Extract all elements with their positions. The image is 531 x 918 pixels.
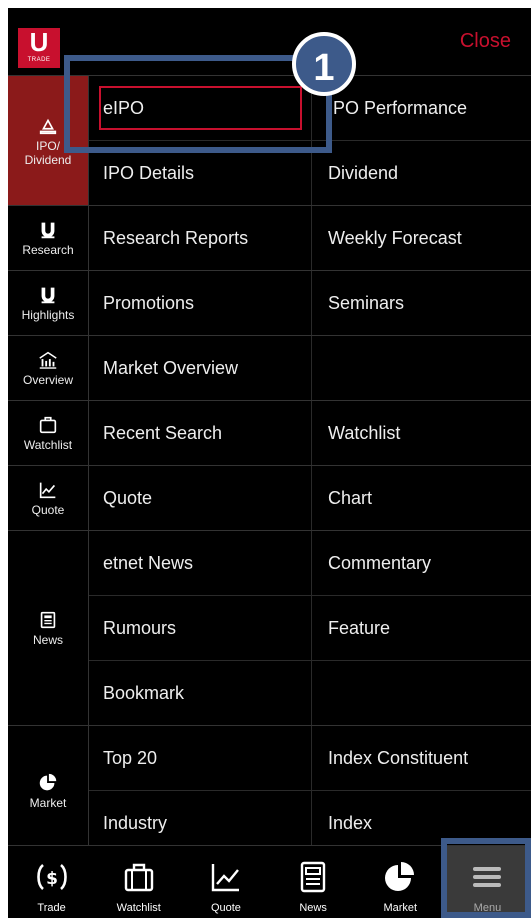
menu-row: Bookmark xyxy=(89,661,531,725)
menu-row: IPO Details Dividend xyxy=(89,141,531,205)
category-label: Dividend xyxy=(24,152,72,167)
tab-market[interactable]: Market xyxy=(357,846,444,918)
menu-section-ipo: IPO/Dividend eIPO IPO Performance IPO Detai… xyxy=(8,75,531,205)
svg-text:$: $ xyxy=(46,869,58,889)
menu-row: Recent Search Watchlist xyxy=(89,401,531,465)
empty-cell xyxy=(312,336,531,400)
menu-section-news: News etnet News Commentary Rumours Feature Bo… xyxy=(8,530,531,725)
menu-item-quote[interactable]: Quote xyxy=(89,466,312,530)
menu-row: Quote Chart xyxy=(89,466,531,530)
category-research[interactable]: Research xyxy=(8,206,89,270)
news-icon xyxy=(295,859,331,902)
watchlist-briefcase-icon xyxy=(121,859,157,902)
menu-row: Promotions Seminars xyxy=(89,271,531,335)
menu-section-quote: Quote Quote Chart xyxy=(8,465,531,530)
menu-row: Research Reports Weekly Forecast xyxy=(89,206,531,270)
menu-item-commentary[interactable]: Commentary xyxy=(312,531,531,595)
menu-item-etnet-news[interactable]: etnet News xyxy=(89,531,312,595)
category-quote[interactable]: Quote xyxy=(8,466,89,530)
menu-item-ipo-details[interactable]: IPO Details xyxy=(89,141,312,205)
menu-row: Market Overview xyxy=(89,336,531,400)
watchlist-icon xyxy=(37,414,59,438)
trade-dollar-icon: $ xyxy=(34,859,70,902)
menu-section-highlights: Highlights Promotions Seminars xyxy=(8,270,531,335)
tab-label: Menu xyxy=(473,902,502,914)
category-ipo[interactable]: IPO/Dividend xyxy=(8,76,89,205)
category-market[interactable]: Market xyxy=(8,726,89,855)
quote-chart-icon xyxy=(37,479,59,503)
tab-watchlist[interactable]: Watchlist xyxy=(95,846,182,918)
menu-item-recent-search[interactable]: Recent Search xyxy=(89,401,312,465)
tab-label: Quote xyxy=(210,902,241,914)
hamburger-menu-icon xyxy=(469,859,505,902)
category-news[interactable]: News xyxy=(8,531,89,725)
menu-item-top-20[interactable]: Top 20 xyxy=(89,726,312,790)
menu-item-research-reports[interactable]: Research Reports xyxy=(89,206,312,270)
app-logo: U TRADE xyxy=(18,28,60,68)
overview-icon xyxy=(37,349,59,373)
menu-item-watchlist[interactable]: Watchlist xyxy=(312,401,531,465)
category-label: IPO/ xyxy=(35,138,60,153)
tab-menu[interactable]: Menu xyxy=(443,846,531,918)
logo-text: TRADE xyxy=(27,57,51,63)
tab-label: Watchlist xyxy=(116,902,161,914)
category-label: Research xyxy=(22,243,74,257)
category-label: Market xyxy=(29,795,67,810)
category-label: Quote xyxy=(31,503,65,517)
menu-row: Rumours Feature xyxy=(89,596,531,661)
menu-item-seminars[interactable]: Seminars xyxy=(312,271,531,335)
menu-item-weekly-forecast[interactable]: Weekly Forecast xyxy=(312,206,531,270)
menu-row: etnet News Commentary xyxy=(89,531,531,596)
category-label: Highlights xyxy=(21,308,75,322)
menu-item-dividend[interactable]: Dividend xyxy=(312,141,531,205)
market-pie-icon xyxy=(382,859,418,902)
category-watchlist[interactable]: Watchlist xyxy=(8,401,89,465)
header: U TRADE Close xyxy=(8,8,531,75)
step-badge: 1 xyxy=(292,32,356,96)
menu-grid: IPO/Dividend eIPO IPO Performance IPO Detai… xyxy=(8,75,531,855)
tab-label: Trade xyxy=(37,902,66,914)
highlights-logo-icon xyxy=(37,284,59,308)
menu-item-eipo[interactable]: eIPO xyxy=(89,76,312,140)
tab-bar: $ Trade Watchlist Quote News Market Menu xyxy=(8,845,531,918)
menu-item-bookmark[interactable]: Bookmark xyxy=(89,661,312,725)
logo-letter: U xyxy=(29,27,49,57)
close-button[interactable]: Close xyxy=(460,30,511,53)
menu-item-market-overview[interactable]: Market Overview xyxy=(89,336,312,400)
menu-section-watchlist: Watchlist Recent Search Watchlist xyxy=(8,400,531,465)
menu-row: Top 20 Index Constituent xyxy=(89,726,531,791)
app-screen: U TRADE Close IPO/Dividend eIPO IPO Perfor… xyxy=(8,8,531,918)
menu-item-index-constituent[interactable]: Index Constituent xyxy=(312,726,531,790)
category-label: Overview xyxy=(22,373,73,387)
market-pie-icon xyxy=(37,772,59,796)
research-logo-icon xyxy=(37,219,59,243)
menu-section-research: Research Research Reports Weekly Forecast xyxy=(8,205,531,270)
quote-chart-icon xyxy=(208,859,244,902)
menu-section-market: Market Top 20 Index Constituent Industry Ind… xyxy=(8,725,531,855)
empty-cell xyxy=(312,661,531,725)
menu-section-overview: Overview Market Overview xyxy=(8,335,531,400)
menu-item-promotions[interactable]: Promotions xyxy=(89,271,312,335)
tab-quote[interactable]: Quote xyxy=(182,846,269,918)
menu-item-rumours[interactable]: Rumours xyxy=(89,596,312,660)
tab-label: Market xyxy=(383,902,418,914)
category-highlights[interactable]: Highlights xyxy=(8,271,89,335)
tab-trade[interactable]: $ Trade xyxy=(8,846,95,918)
category-overview[interactable]: Overview xyxy=(8,336,89,400)
tab-news[interactable]: News xyxy=(270,846,357,918)
category-label: News xyxy=(32,633,63,647)
menu-item-feature[interactable]: Feature xyxy=(312,596,531,660)
news-icon xyxy=(37,609,59,633)
menu-item-chart[interactable]: Chart xyxy=(312,466,531,530)
ipo-icon xyxy=(37,115,59,139)
category-label: Watchlist xyxy=(23,438,73,452)
tab-label: News xyxy=(299,902,327,914)
